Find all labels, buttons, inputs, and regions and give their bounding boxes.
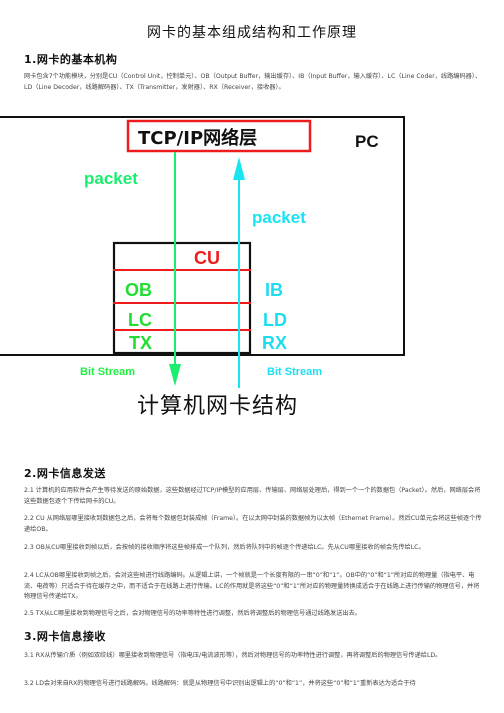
paragraph-send-1: 2.1 计算机的应用软件会产生等待发送的原始数据，这些数据经过TCP/IP模型的… [24, 487, 481, 505]
send-arrow-head-icon [169, 364, 181, 386]
packet-down-label: packet [84, 169, 138, 188]
receive-arrow-head-icon [233, 157, 245, 180]
paragraph-send-4: 2.4 LC从OB哪里接收到帧之后，会对这些帧进行线路编码。从逻辑上讲，一个帧就… [24, 572, 480, 600]
packet-up-label: packet [252, 208, 306, 227]
module-ib: IB [265, 280, 283, 300]
bitstream-in-label: Bit Stream [267, 366, 322, 378]
paragraph-receive-1: 3.1 RX从传输介质（例如双绞线）哪里接收到物理信号（指电压/电流波形等），然… [24, 652, 442, 659]
module-tx: TX [129, 333, 152, 353]
module-ld: LD [263, 310, 287, 330]
page-title: 网卡的基本组成结构和工作原理 [147, 25, 357, 41]
network-layer-label: TCP/IP网络层 [138, 127, 257, 149]
module-lc: LC [128, 310, 152, 330]
pc-label: PC [355, 132, 379, 151]
paragraph-send-3: 2.3 OB从CU哪里接收到帧以后，会按帧的接收顺序将这些帧排成一个队列，然后将… [24, 544, 425, 551]
section-heading-send: 2.网卡信息发送 [24, 467, 106, 480]
nic-structure-diagram: PC TCP/IP网络层 packet packet CU OB IB LC L… [0, 116, 405, 419]
section-heading-structure: 1.网卡的基本机构 [24, 53, 118, 66]
paragraph-send-5: 2.5 TX从LC哪里接收到物理信号之后，会对物理信号的功率等特性进行调整，然后… [24, 610, 361, 617]
paragraph-receive-2: 3.2 LD会对来自RX的物理信号进行线路解码。线路解码：就是从物理信号中识别出… [24, 680, 416, 687]
paragraph-send-2: 2.2 CU 从网络层哪里接收到数据包之后，会将每个数据包封装成帧（Frame）… [24, 515, 482, 533]
module-cu: CU [194, 248, 220, 268]
section-heading-receive: 3.网卡信息接收 [24, 630, 106, 643]
bitstream-out-label: Bit Stream [80, 366, 135, 378]
module-rx: RX [262, 333, 287, 353]
module-ob: OB [125, 280, 152, 300]
paragraph-structure: 网卡包含7个功能模块，分别是CU（Control Unit，控制单元）、OB（O… [24, 73, 482, 91]
diagram-caption: 计算机网卡结构 [137, 394, 298, 419]
